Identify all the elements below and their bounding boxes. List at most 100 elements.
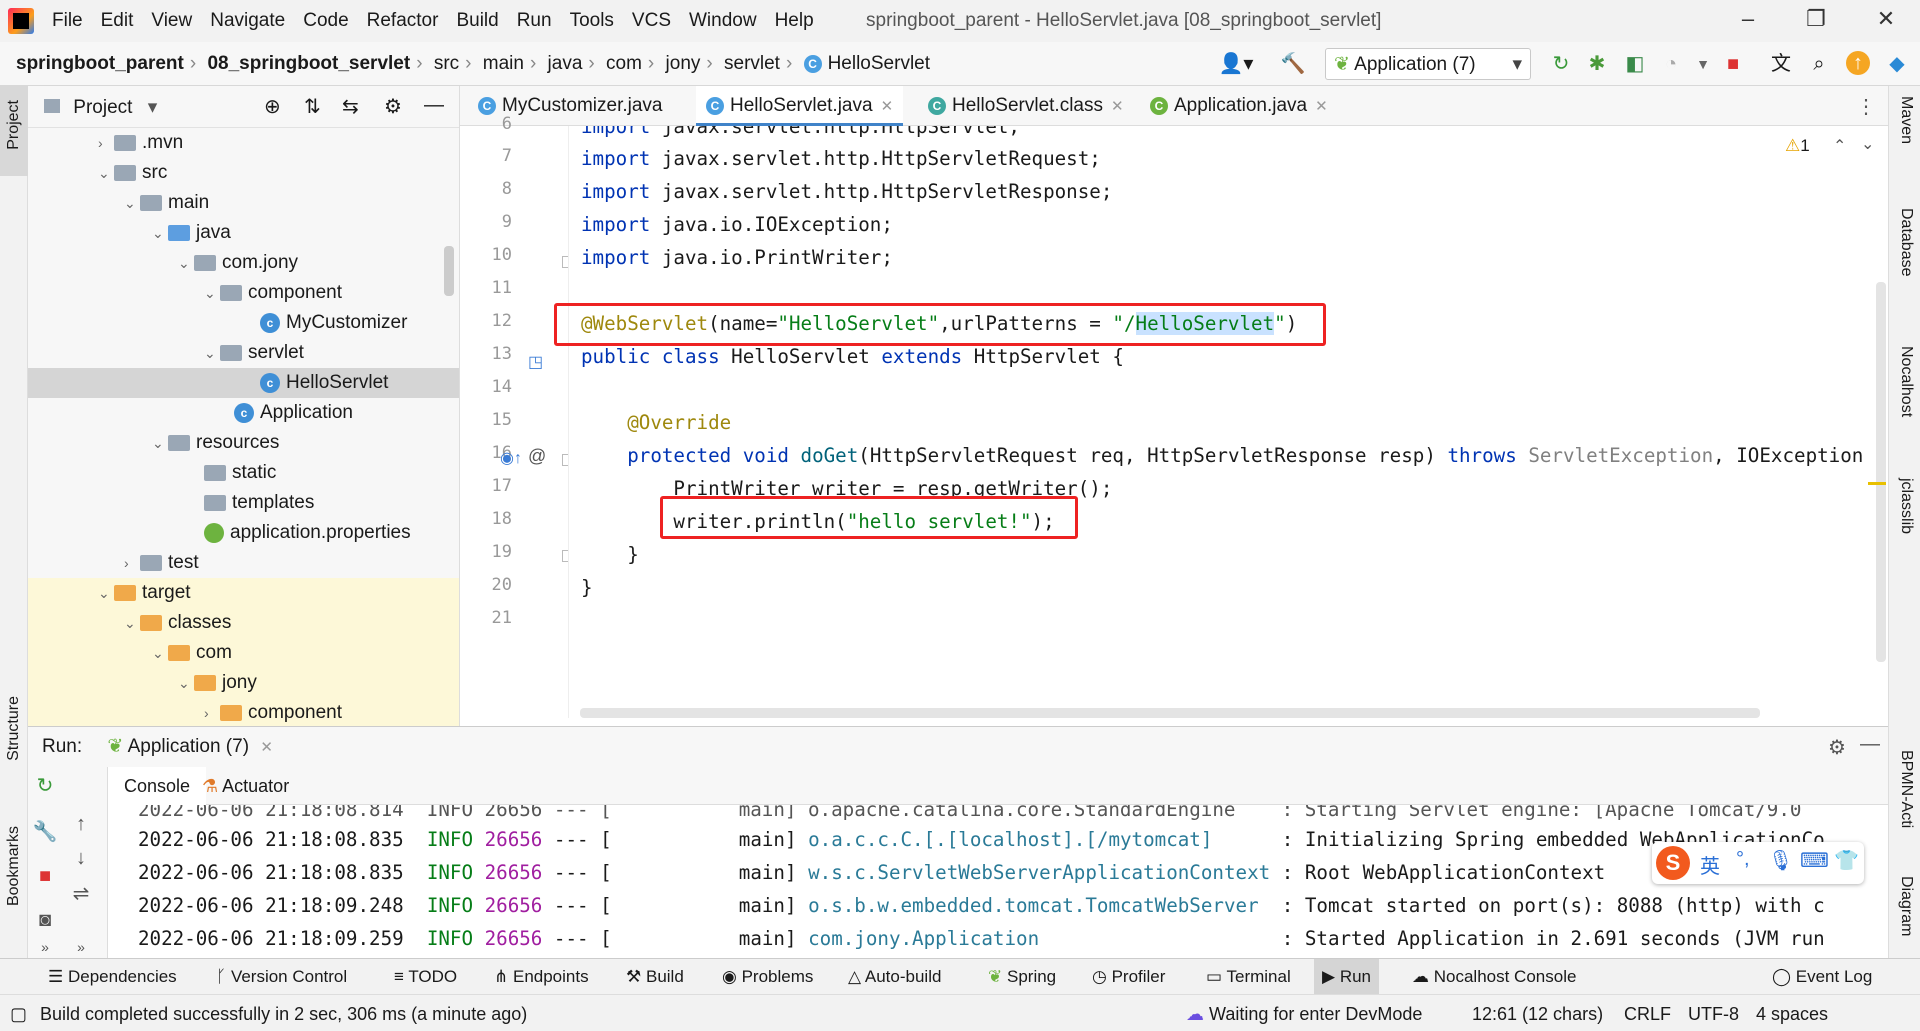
tree-item-test[interactable]: › test [124, 548, 199, 578]
web-mapping-icon[interactable]: @ [528, 446, 546, 467]
chevron-down-icon[interactable]: ⌄ [98, 158, 114, 188]
tab-helloservlet-class[interactable]: C HelloServlet.class ✕ [918, 86, 1134, 126]
arrow-down-icon[interactable]: ↓ [66, 847, 96, 870]
user-icon[interactable]: 👤▾ [1216, 51, 1256, 77]
tree-item-servlet[interactable]: ⌄ servlet [204, 338, 304, 368]
menu-refactor[interactable]: Refactor [367, 10, 439, 31]
breadcrumb-item[interactable]: 08_springboot_servlet [207, 53, 410, 74]
chevron-down-icon[interactable]: ⌄ [152, 638, 168, 668]
close-tab-icon[interactable]: ✕ [1315, 98, 1328, 115]
dependencies-tool[interactable]: ☰ Dependencies [48, 967, 177, 987]
breadcrumb-item[interactable]: springboot_parent [16, 53, 184, 74]
more-options-icon[interactable]: ⋮ [1856, 94, 1876, 119]
collapse-all-icon[interactable]: ⇆ [342, 94, 359, 119]
nocalhost-console-tool[interactable]: ☁ Nocalhost Console [1412, 967, 1576, 987]
tree-item-jony[interactable]: ⌄ jony [28, 668, 459, 698]
breadcrumb-item[interactable]: HelloServlet [828, 53, 930, 74]
tree-item-target-component[interactable]: › component [28, 698, 459, 726]
more-icon[interactable]: » [30, 939, 60, 955]
version-control-tool[interactable]: ᚴ Version Control [216, 967, 347, 987]
rerun-icon[interactable]: ↻ [30, 773, 60, 798]
console-output[interactable]: 2022-06-06 21:18:08.814 INFO 26656 --- [… [110, 805, 1886, 959]
arrow-up-icon[interactable]: ↑ [66, 813, 96, 836]
microphone-icon[interactable]: 🎙 [1768, 848, 1793, 873]
menu-code[interactable]: Code [303, 10, 348, 31]
maven-tool-tab[interactable]: Maven [1897, 96, 1915, 144]
run-tool[interactable]: ▶ Run [1314, 959, 1379, 994]
status-message[interactable]: Build completed successfully in 2 sec, 3… [40, 1004, 527, 1025]
tree-item-component[interactable]: ⌄ component [204, 278, 342, 308]
menu-window[interactable]: Window [689, 10, 757, 31]
tree-item-helloservlet[interactable]: c HelloServlet [28, 368, 459, 398]
chevron-right-icon[interactable]: › [124, 548, 140, 578]
project-panel-title[interactable]: Project [73, 97, 132, 118]
hide-icon[interactable]: — [424, 94, 444, 117]
tree-item-main[interactable]: ⌄ main [124, 188, 209, 218]
more-icon[interactable]: » [66, 939, 96, 955]
indent-setting[interactable]: 4 spaces [1756, 1004, 1828, 1025]
skin-icon[interactable]: 👕 [1834, 848, 1859, 873]
plugin-logo-icon[interactable]: ◆ [1884, 51, 1910, 77]
chevron-down-icon[interactable]: ⌄ [152, 428, 168, 458]
tree-item-mvn[interactable]: › .mvn [98, 128, 183, 158]
menu-navigate[interactable]: Navigate [210, 10, 285, 31]
tab-helloservlet-java[interactable]: C HelloServlet.java ✕ [696, 86, 904, 126]
translate-icon[interactable]: 文 [1768, 51, 1794, 77]
keyboard-icon[interactable]: ⌨ [1800, 848, 1829, 873]
chevron-down-icon[interactable]: ⌄ [152, 218, 168, 248]
menu-tools[interactable]: Tools [570, 10, 614, 31]
tree-item-mycustomizer[interactable]: c MyCustomizer [260, 308, 407, 338]
update-icon[interactable]: ↑ [1846, 51, 1870, 75]
devmode-status[interactable]: ☁ Waiting for enter DevMode [1186, 1004, 1422, 1025]
tree-item-target[interactable]: ⌄ target [28, 578, 459, 608]
chevron-up-icon[interactable]: ⌃ [1833, 136, 1846, 156]
file-encoding[interactable]: UTF-8 [1688, 1004, 1739, 1025]
chevron-down-icon[interactable]: ⌄ [204, 278, 220, 308]
chevron-down-icon[interactable]: ⌄ [124, 188, 140, 218]
tree-item-com[interactable]: ⌄ com [28, 638, 459, 668]
tree-item-application[interactable]: c Application [234, 398, 353, 428]
endpoints-tool[interactable]: ⋔ Endpoints [494, 967, 589, 987]
ime-language-toggle[interactable]: 英 [1700, 850, 1720, 879]
breadcrumb-item[interactable]: java [548, 53, 583, 74]
tree-item-static[interactable]: static [204, 458, 276, 488]
search-icon[interactable]: ⌕ [1806, 51, 1832, 77]
editor-vertical-scrollbar[interactable] [1876, 282, 1886, 662]
menu-build[interactable]: Build [456, 10, 498, 31]
chevron-down-icon[interactable]: ⌄ [98, 578, 114, 608]
wrench-icon[interactable]: 🔧 [30, 819, 60, 844]
menu-help[interactable]: Help [775, 10, 814, 31]
breadcrumb-item[interactable]: servlet [724, 53, 780, 74]
hide-icon[interactable]: — [1860, 733, 1880, 756]
caret-position[interactable]: 12:61 (12 chars) [1472, 1004, 1603, 1025]
chevron-right-icon[interactable]: › [204, 698, 220, 726]
editor-horizontal-scrollbar[interactable] [580, 708, 1760, 718]
close-tab-icon[interactable]: ✕ [1111, 98, 1124, 115]
menu-run[interactable]: Run [517, 10, 552, 31]
close-tab-icon[interactable]: ✕ [881, 98, 894, 115]
tree-item-resources[interactable]: ⌄ resources [152, 428, 279, 458]
project-scrollbar[interactable] [444, 246, 454, 296]
terminal-tool[interactable]: ▭ Terminal [1206, 967, 1291, 987]
code-editor[interactable]: import javax.servlet.http.HttpServlet; i… [568, 126, 1872, 718]
structure-tool-tab[interactable]: Structure [5, 696, 23, 761]
tree-item-application-properties[interactable]: application.properties [204, 518, 411, 548]
camera-icon[interactable]: ◙ [30, 909, 60, 932]
tab-actuator[interactable]: ⚗ Actuator [194, 767, 297, 805]
run-config-tab[interactable]: Application (7) [128, 736, 249, 757]
chevron-down-icon[interactable]: ⌄ [1861, 134, 1872, 154]
tree-item-com-jony[interactable]: ⌄ com.jony [178, 248, 298, 278]
minimize-icon[interactable]: – [1728, 6, 1768, 36]
event-log-tool[interactable]: ◯ Event Log [1772, 967, 1872, 987]
chevron-down-icon[interactable]: ⌄ [204, 338, 220, 368]
database-tool-tab[interactable]: Database [1897, 208, 1915, 277]
warning-indicator[interactable]: ⚠1 [1785, 136, 1810, 156]
locate-icon[interactable]: ⊕ [264, 94, 281, 119]
expand-all-icon[interactable]: ⇅ [304, 94, 321, 119]
bookmarks-tool-tab[interactable]: Bookmarks [5, 826, 23, 906]
tab-console[interactable]: Console [108, 767, 207, 805]
todo-tool[interactable]: ≡ TODO [394, 967, 457, 987]
run-configuration-select[interactable]: ❦ Application (7) ▾ [1325, 48, 1531, 80]
profile-icon[interactable]: ◔ [1658, 51, 1684, 77]
sogou-logo-icon[interactable]: S [1656, 846, 1690, 880]
